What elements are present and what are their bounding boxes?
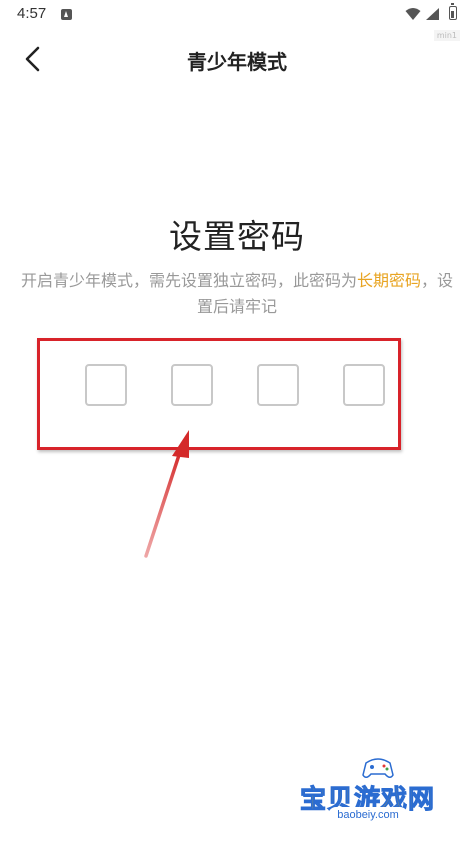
set-password-heading: 设置密码 xyxy=(169,217,305,256)
pin-box-3[interactable] xyxy=(257,364,299,406)
pin-box-1[interactable] xyxy=(85,364,127,406)
description-highlight: 长期密码 xyxy=(356,271,421,290)
notification-app-icon xyxy=(61,9,72,20)
watermark-logo: 宝贝游戏网 baobeiy.com xyxy=(299,755,450,835)
pin-input-row[interactable] xyxy=(85,364,391,410)
wifi-icon xyxy=(405,8,421,20)
gamepad-icon xyxy=(362,758,394,778)
status-bar: 4:57 min1 xyxy=(0,0,474,41)
watermark-url: baobeiy.com xyxy=(328,807,408,823)
signal-icon xyxy=(426,8,439,20)
corner-tag: min1 xyxy=(433,30,460,41)
page-title: 青少年模式 xyxy=(187,50,287,74)
password-description: 开启青少年模式，需先设置独立密码，此密码为长期密码，设置后请牢记 xyxy=(20,268,454,320)
status-time: 4:57 xyxy=(17,5,47,22)
annotation-arrow-icon xyxy=(144,430,189,558)
pin-box-4[interactable] xyxy=(343,364,385,406)
pin-box-2[interactable] xyxy=(171,364,213,406)
description-prefix: 开启青少年模式，需先设置独立密码，此密码为 xyxy=(20,271,357,290)
battery-icon xyxy=(449,3,457,20)
